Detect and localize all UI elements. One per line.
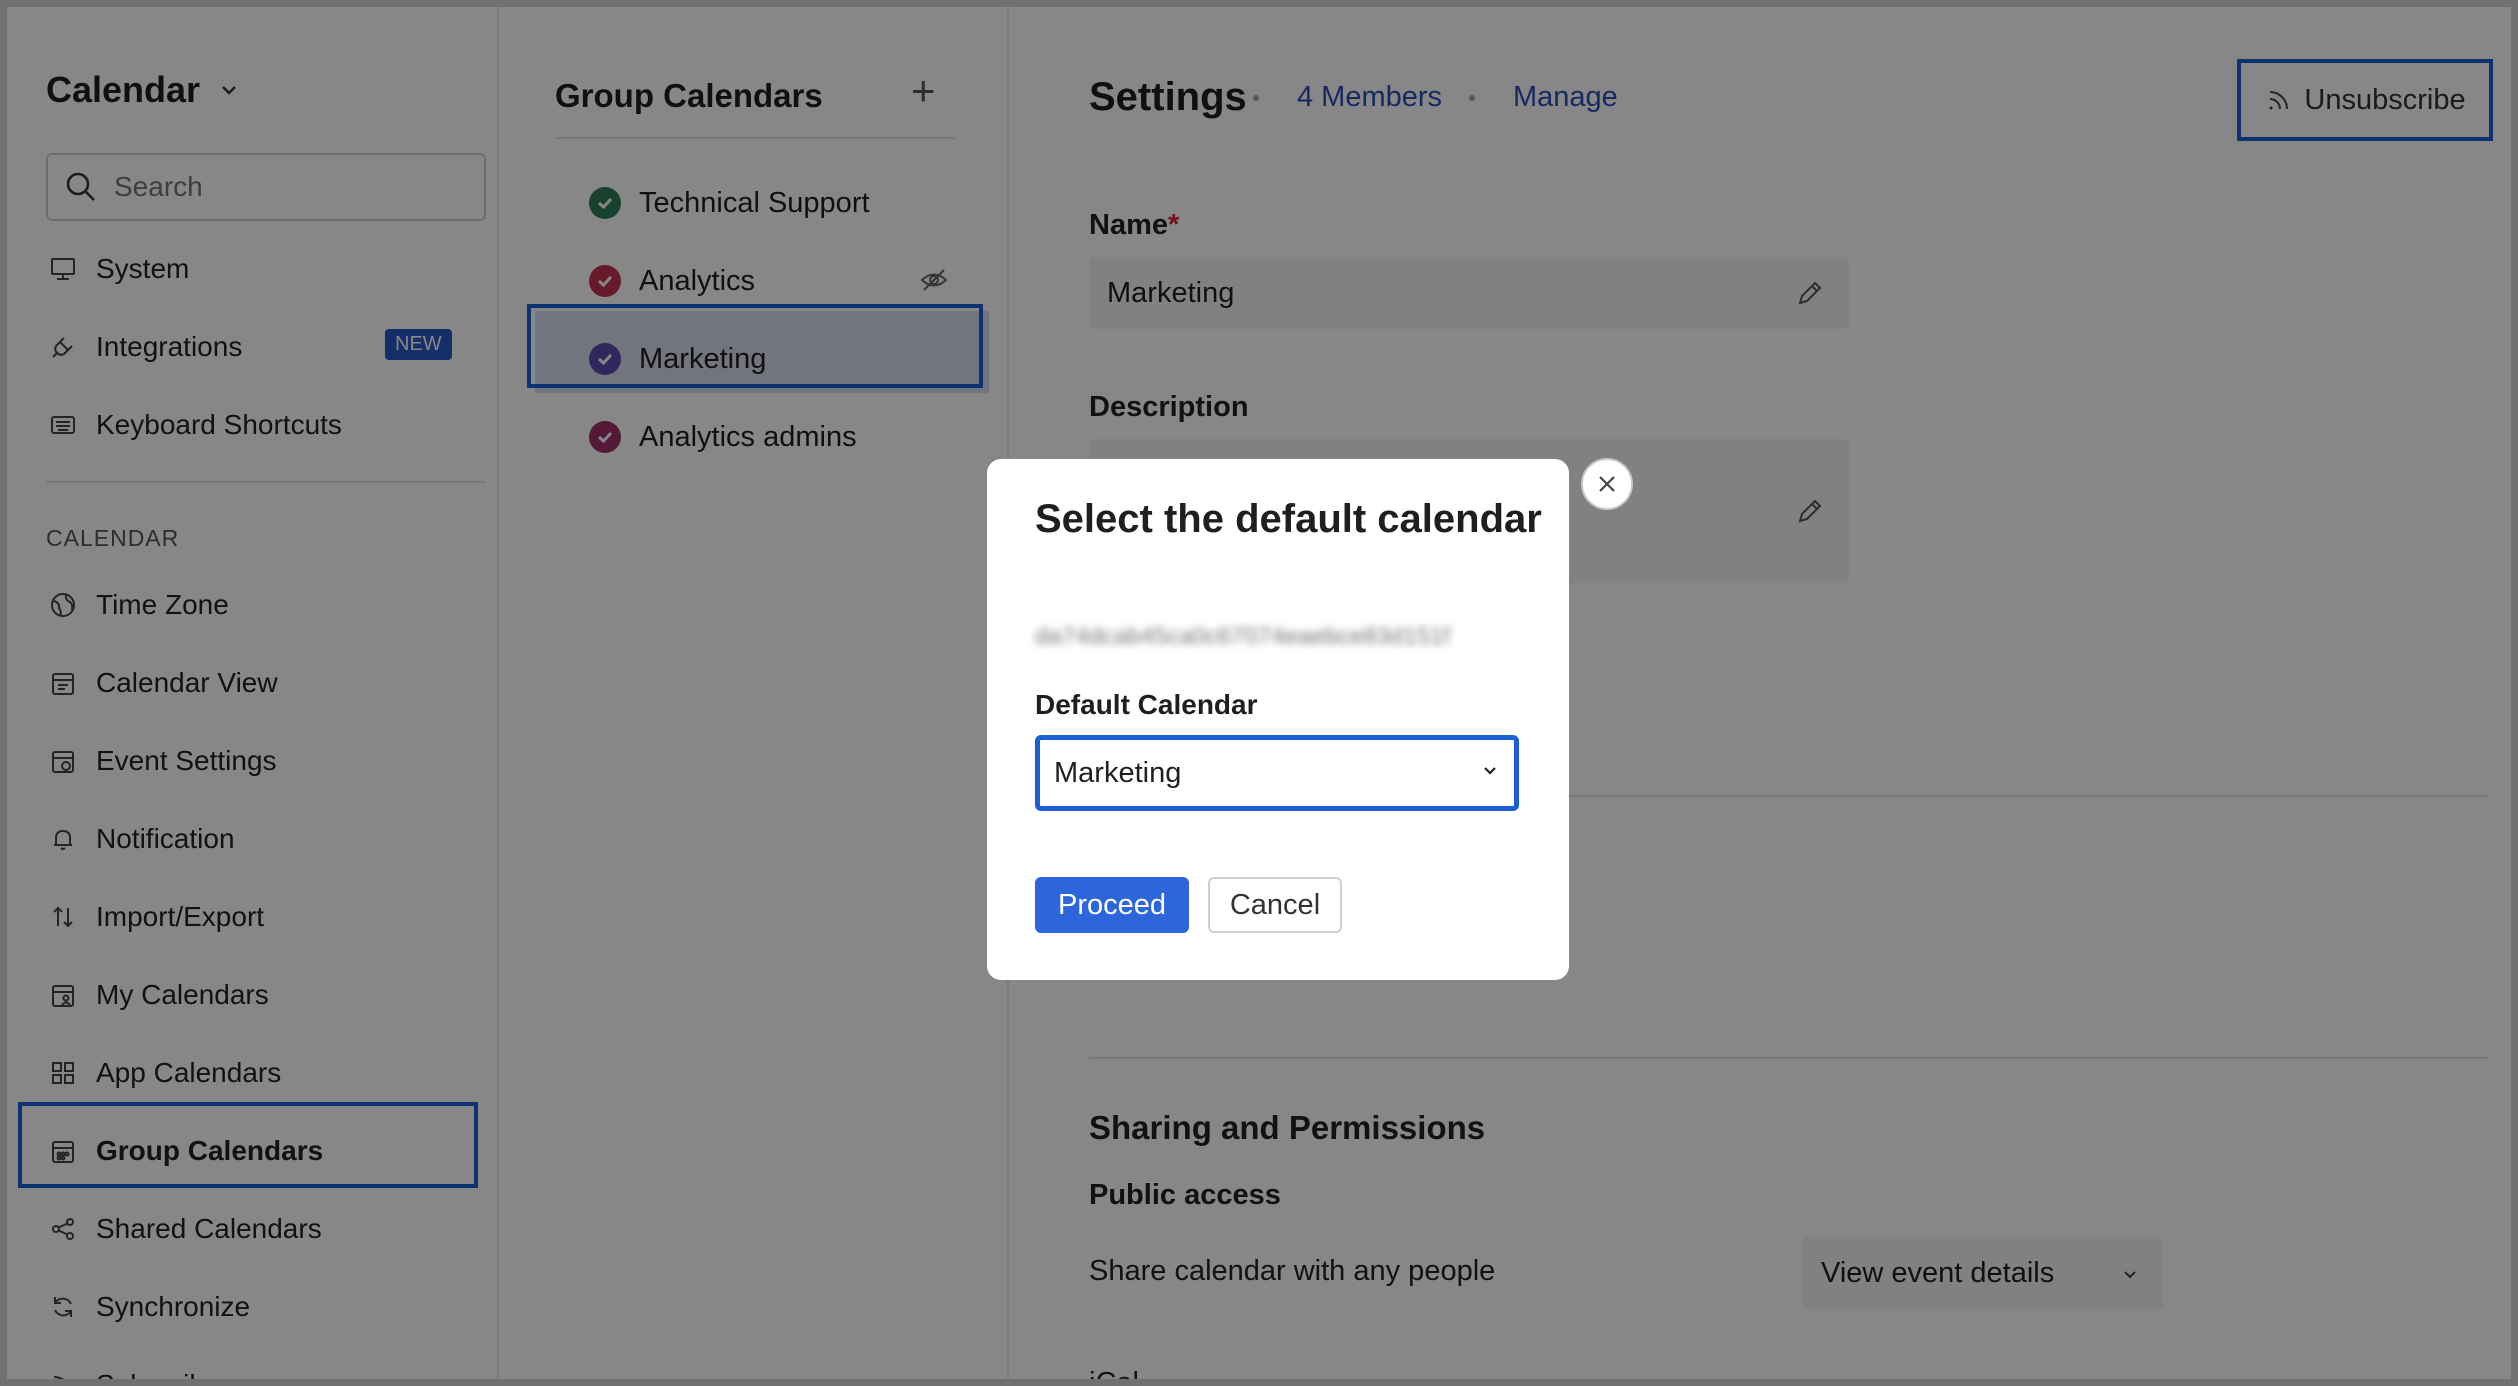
obscured-calendar-id: da74dcab45ca0c67074eaebce83d151f xyxy=(1035,623,1451,650)
default-calendar-label: Default Calendar xyxy=(1035,689,1258,720)
dialog-title: Select the default calendar xyxy=(1035,497,1542,541)
close-dialog-button[interactable] xyxy=(1581,458,1633,510)
default-calendar-value: Marketing xyxy=(1054,756,1182,789)
default-calendar-dialog: Select the default calendar da74dcab45ca… xyxy=(987,459,1569,980)
chevron-down-icon xyxy=(1484,767,1496,775)
close-icon xyxy=(1599,476,1615,492)
cancel-button[interactable]: Cancel xyxy=(1208,877,1342,933)
default-calendar-select[interactable]: Marketing xyxy=(1035,735,1519,811)
proceed-button[interactable]: Proceed xyxy=(1035,877,1189,933)
